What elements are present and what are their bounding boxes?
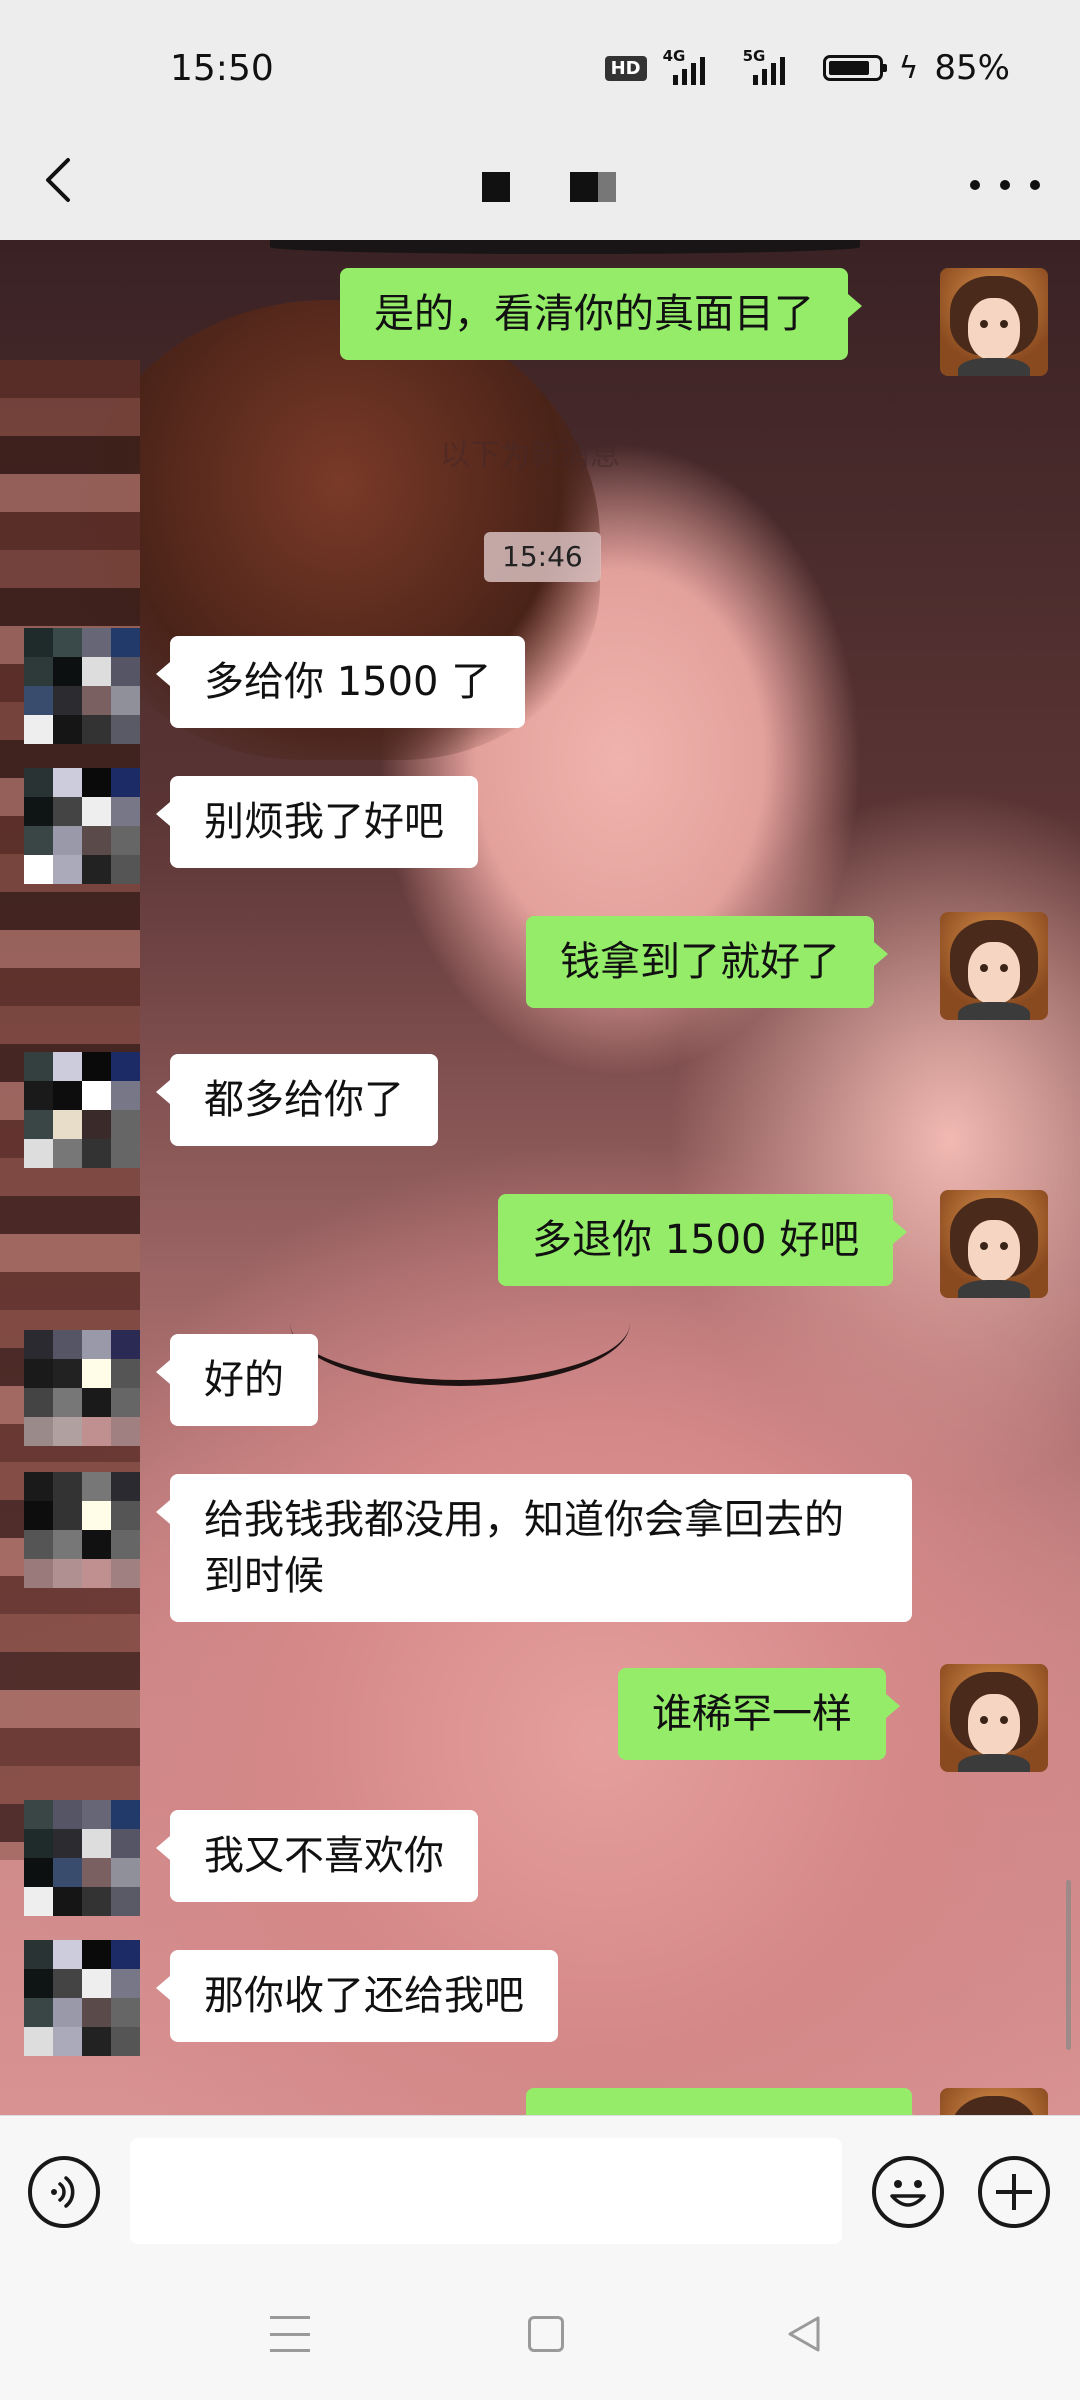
message-bubble-incoming[interactable]: 多给你 1500 了 [155, 636, 526, 728]
system-nav-bar [0, 2280, 1080, 2400]
message-bubble-incoming[interactable]: 给我钱我都没用，知道你会拿回去的到时候 [156, 1474, 912, 1622]
self-avatar[interactable] [940, 912, 1048, 1020]
battery-percent: 85% [934, 48, 1010, 88]
top-shadow-edge [270, 240, 860, 254]
battery-icon [822, 55, 887, 81]
menu-icon[interactable] [270, 2316, 310, 2352]
back-chevron-icon[interactable] [40, 150, 100, 220]
message-input-bar [0, 2115, 1080, 2281]
charging-bolt-icon: ϟ [898, 50, 919, 86]
message-bubble-outgoing[interactable]: 谁稀罕一样 [618, 1668, 900, 1760]
back-triangle-icon[interactable] [784, 2314, 824, 2354]
message-text-input[interactable] [130, 2138, 842, 2244]
self-avatar[interactable] [940, 268, 1048, 376]
message-bubble-incoming[interactable]: 那你收了还给我吧 [156, 1950, 558, 2042]
status-time: 15:50 [170, 48, 274, 89]
contact-avatar[interactable] [24, 628, 140, 744]
message-bubble-outgoing[interactable]: 钱拿到了就好了 [526, 916, 888, 1008]
new-messages-divider: 以下为新消息 [440, 438, 620, 473]
contact-name-redacted [482, 172, 616, 202]
hd-voice-icon: HD [604, 55, 647, 81]
contact-avatar[interactable] [24, 1940, 140, 2056]
voice-icon[interactable] [28, 2156, 100, 2228]
signal-5g-icon: 5G [743, 47, 807, 85]
chat-header [0, 140, 1080, 240]
contact-avatar[interactable] [24, 1472, 140, 1588]
status-bar: 15:50 HD 4G 5G ϟ 85% [0, 0, 1080, 140]
self-avatar[interactable] [940, 1190, 1048, 1298]
message-bubble-incoming[interactable]: 都多给你了 [156, 1054, 438, 1146]
self-avatar[interactable] [940, 1664, 1048, 1772]
contact-avatar[interactable] [24, 1800, 140, 1916]
message-bubble-outgoing[interactable] [526, 2088, 926, 2115]
contact-avatar[interactable] [24, 1052, 140, 1168]
message-bubble-incoming[interactable]: 别烦我了好吧 [156, 776, 478, 868]
smiley-icon[interactable] [872, 2156, 944, 2228]
message-bubble-incoming[interactable]: 好的 [156, 1334, 318, 1426]
message-bubble-incoming[interactable]: 我又不喜欢你 [156, 1810, 478, 1902]
self-avatar[interactable] [940, 2088, 1048, 2115]
signal-4g-icon: 4G [663, 47, 727, 85]
message-bubble-outgoing[interactable]: 是的，看清你的真面目了 [340, 268, 862, 360]
contact-avatar[interactable] [24, 768, 140, 884]
contact-avatar[interactable] [24, 1330, 140, 1446]
chat-area[interactable]: 是的，看清你的真面目了 以下为新消息 15:46 多给你 1500 了 别烦我了… [0, 240, 1080, 2115]
status-icons: HD 4G 5G ϟ 85% [604, 46, 1010, 90]
chat-scrollbar[interactable] [1066, 1880, 1071, 2050]
message-bubble-outgoing[interactable]: 多退你 1500 好吧 [498, 1194, 908, 1286]
home-square-icon[interactable] [528, 2316, 564, 2352]
plus-icon[interactable] [978, 2156, 1050, 2228]
more-dots-icon[interactable] [970, 170, 1040, 200]
message-timestamp: 15:46 [484, 532, 601, 582]
